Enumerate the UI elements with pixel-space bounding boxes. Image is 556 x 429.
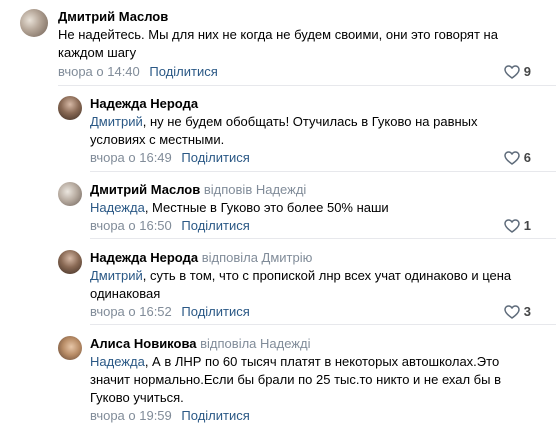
reply-to-link[interactable]: відповіла Дмитрію <box>202 250 313 265</box>
heart-outline-icon <box>504 150 520 165</box>
mention-link[interactable]: Дмитрий <box>90 114 143 129</box>
avatar[interactable] <box>58 182 82 206</box>
comment-header: Алиса Новикова відповіла Надеждi <box>90 336 310 351</box>
comment-body: Не надейтесь. Мы для них не когда не буд… <box>58 27 498 60</box>
timestamp[interactable]: вчора о 16:49 <box>90 150 172 165</box>
like-button[interactable]: 6 <box>504 150 531 165</box>
comment-body: , ну не будем обобщать! Отучилась в Гуко… <box>90 114 478 147</box>
timestamp[interactable]: вчора о 16:50 <box>90 218 172 233</box>
comment-text: Дмитрий, ну не будем обобщать! Отучилась… <box>90 113 520 149</box>
comment-header: Надежда Нерода відповіла Дмитрію <box>90 250 312 265</box>
comment-text: Не надейтесь. Мы для них не когда не буд… <box>58 26 528 62</box>
comment-text: Надежда, Местные в Гуково это более 50% … <box>90 199 520 217</box>
comment-thread: Дмитрий Маслов Не надейтесь. Мы для них … <box>0 0 556 429</box>
comment-text: Дмитрий, суть в том, что с пропиской лнр… <box>90 267 520 303</box>
author-name[interactable]: Алиса Новикова <box>90 336 197 351</box>
comment-header: Дмитрий Маслов <box>58 9 168 24</box>
like-count: 3 <box>523 304 531 319</box>
comment-text: Надежда, А в ЛНР по 60 тысяч платят в не… <box>90 353 520 407</box>
comment-meta: вчора о 16:52 Поділитися <box>90 304 250 319</box>
like-count: 9 <box>523 64 531 79</box>
comment-body: , А в ЛНР по 60 тысяч платят в некоторых… <box>90 354 501 405</box>
share-link[interactable]: Поділитися <box>181 408 249 423</box>
like-button[interactable]: 9 <box>504 64 531 79</box>
divider <box>90 324 556 325</box>
comment-meta: вчора о 14:40 Поділитися <box>58 64 218 79</box>
timestamp[interactable]: вчора о 16:52 <box>90 304 172 319</box>
share-link[interactable]: Поділитися <box>149 64 217 79</box>
reply-to-link[interactable]: відповіла Надеждi <box>200 336 310 351</box>
like-count: 6 <box>523 150 531 165</box>
divider <box>58 85 556 86</box>
author-name[interactable]: Дмитрий Маслов <box>90 182 200 197</box>
comment-meta: вчора о 16:50 Поділитися <box>90 218 250 233</box>
comment-body: , суть в том, что с пропиской лнр всех у… <box>90 268 512 301</box>
comment-meta: вчора о 16:49 Поділитися <box>90 150 250 165</box>
author-name[interactable]: Дмитрий Маслов <box>58 9 168 24</box>
avatar[interactable] <box>58 336 82 360</box>
comment-body: , Местные в Гуково это более 50% наши <box>144 200 389 215</box>
like-button[interactable]: 3 <box>504 304 531 319</box>
share-link[interactable]: Поділитися <box>181 150 249 165</box>
avatar[interactable] <box>58 96 82 120</box>
divider <box>90 171 556 172</box>
share-link[interactable]: Поділитися <box>181 218 249 233</box>
mention-link[interactable]: Надежда <box>90 200 145 215</box>
timestamp[interactable]: вчора о 19:59 <box>90 408 172 423</box>
like-button[interactable]: 1 <box>504 218 531 233</box>
share-link[interactable]: Поділитися <box>181 304 249 319</box>
reply-to-link[interactable]: відповів Надеждi <box>204 182 306 197</box>
divider <box>90 238 556 239</box>
avatar[interactable] <box>58 250 82 274</box>
heart-outline-icon <box>504 218 520 233</box>
heart-outline-icon <box>504 64 520 79</box>
comment-header: Надежда Нерода <box>90 96 198 111</box>
comment-meta: вчора о 19:59 Поділитися <box>90 408 250 423</box>
mention-link[interactable]: Дмитрий <box>90 268 143 283</box>
author-name[interactable]: Надежда Нерода <box>90 96 198 111</box>
author-name[interactable]: Надежда Нерода <box>90 250 198 265</box>
mention-link[interactable]: Надежда <box>90 354 145 369</box>
comment-header: Дмитрий Маслов відповів Надеждi <box>90 182 306 197</box>
timestamp[interactable]: вчора о 14:40 <box>58 64 140 79</box>
avatar[interactable] <box>20 9 48 37</box>
heart-outline-icon <box>504 304 520 319</box>
like-count: 1 <box>523 218 531 233</box>
